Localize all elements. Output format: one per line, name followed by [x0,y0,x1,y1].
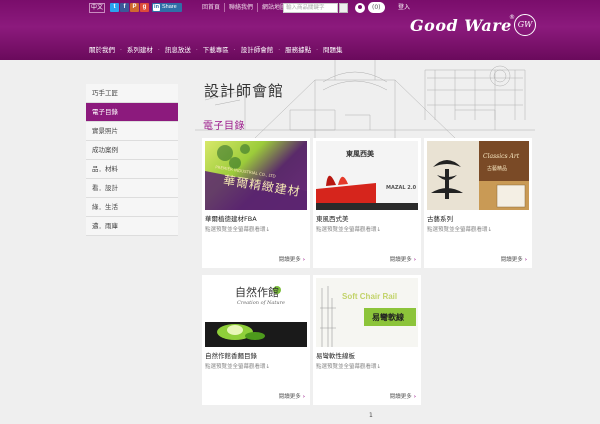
catalog-card[interactable]: 東風西美 MAZAL 2.0 東風西式美 點選預覽並全螢幕觀看環↓ 閱讀更多 [313,138,421,268]
home-link[interactable]: 回首頁 [198,3,224,12]
cart-count-badge[interactable]: (0) [368,2,385,13]
catalog-card[interactable]: 自然作館 Creation of Nature 自然作館香麵目錄 點選預覽並全螢… [202,275,310,405]
catalog-thumbnail[interactable]: 自然作館 Creation of Nature [205,278,307,347]
thumb-subtitle: 易彎軟線 [372,313,404,322]
main-nav: 關於我們 · 系列建材 · 訊息放送 · 下載專區 · 設計師會館 · 服務據點 · 問題集 [84,42,348,58]
nav-faq[interactable]: 問題集 [318,42,348,58]
catalog-thumbnail[interactable]: Classics Art 古藝精品 [427,141,529,210]
catalog-desc: 點選預覽並全螢幕觀看環↓ [427,227,493,233]
plurk-icon[interactable]: P [130,3,139,12]
linkedin-share-button[interactable]: in Share [152,3,182,12]
catalog-desc: 點選預覽並全螢幕觀看環↓ [316,227,382,233]
sidebar-item-craftsman[interactable]: 巧手工匠 [86,84,178,103]
catalog-card[interactable]: Soft Chair Rail 易彎軟線 易彎軟性線板 點選預覽並全螢幕觀看環↓… [313,275,421,405]
sidebar: 巧手工匠 電子目錄 實景照片 成功案例 品．材料 看．設計 綠．生活 邁．雨庫 [86,84,178,236]
catalog-name[interactable]: 自然作館香麵目錄 [205,350,257,360]
sidebar-item-photos[interactable]: 實景照片 [86,122,178,141]
pagination-page-1[interactable]: 1 [369,412,373,419]
catalog-card[interactable]: Classics Art 古藝精品 古藝系列 點選預覽並全螢幕觀看環↓ 閱讀更多 [424,138,532,268]
sidebar-item-ecatalog[interactable]: 電子目錄 [86,103,178,122]
catalog-thumbnail[interactable]: Soft Chair Rail 易彎軟線 [316,278,418,347]
language-switch[interactable]: 中文 [89,3,105,13]
twitter-icon[interactable]: t [110,3,119,12]
thumb-subtitle: MAZAL 2.0 [386,185,417,191]
login-link[interactable]: 登入 [398,3,410,12]
sidebar-item-design[interactable]: 看．設計 [86,179,178,198]
section-title: 電子目錄 [203,121,245,132]
read-more-link[interactable]: 閱讀更多 [279,255,305,263]
catalog-name[interactable]: 易彎軟性線板 [316,350,355,360]
catalog-desc: 點選預覽並全螢幕觀看環↓ [205,364,271,370]
catalog-name[interactable]: 華爾植徳建材FBA [205,213,257,223]
catalog-desc: 點選預覽並全螢幕觀看環↓ [205,227,271,233]
site-header: 中文 t f P g in Share 回首頁 聯絡我們 網站地圖 輸入商品關鍵字… [0,0,600,60]
facebook-icon[interactable]: f [120,3,129,12]
user-icon[interactable] [355,3,365,13]
nav-locations[interactable]: 服務據點 [280,42,316,58]
read-more-link[interactable]: 閱讀更多 [501,255,527,263]
catalog-card[interactable]: 華爾精緻建材 PREMIER INDUSTRIAL CO., LTD 華爾植徳建… [202,138,310,268]
nav-about[interactable]: 關於我們 [84,42,120,58]
read-more-link[interactable]: 閱讀更多 [279,392,305,400]
read-more-link[interactable]: 閱讀更多 [390,392,416,400]
logo-seal: GW [514,14,536,36]
catalog-name[interactable]: 古藝系列 [427,213,453,223]
catalog-desc: 點選預覽並全螢幕觀看環↓ [316,364,382,370]
thumb-title: Soft Chair Rail [342,292,398,301]
thumb-subtitle: Creation of Nature [237,300,285,306]
nav-downloads[interactable]: 下載專區 [198,42,234,58]
thumb-title: Classics Art [483,153,520,160]
nav-news[interactable]: 訊息放送 [160,42,196,58]
site-logo[interactable]: Good Ware [410,16,512,35]
sidebar-item-green-life[interactable]: 綠．生活 [86,198,178,217]
thumb-title: 東風西美 [346,150,374,158]
catalog-thumbnail[interactable]: 華爾精緻建材 PREMIER INDUSTRIAL CO., LTD [205,141,307,210]
page-title: 設計師會館 [204,82,285,100]
sidebar-item-materials[interactable]: 品．材料 [86,160,178,179]
search-button[interactable] [339,3,348,13]
linkedin-icon: in [153,4,160,11]
nav-designer[interactable]: 設計師會館 [236,42,279,58]
search-input[interactable]: 輸入商品關鍵字 [283,3,338,13]
sidebar-item-cases[interactable]: 成功案例 [86,141,178,160]
top-links: 回首頁 聯絡我們 網站地圖 [198,3,290,12]
catalog-name[interactable]: 東風西式美 [316,213,349,223]
nav-products[interactable]: 系列建材 [122,42,158,58]
thumb-title: 自然作館 [235,286,279,299]
read-more-link[interactable]: 閱讀更多 [390,255,416,263]
google-plus-icon[interactable]: g [140,3,149,12]
thumb-subtitle: 古藝精品 [487,166,508,172]
sidebar-item-rain[interactable]: 邁．雨庫 [86,217,178,236]
contact-link[interactable]: 聯絡我們 [224,3,257,12]
catalog-thumbnail[interactable]: 東風西美 MAZAL 2.0 [316,141,418,210]
share-label: Share [162,4,177,10]
